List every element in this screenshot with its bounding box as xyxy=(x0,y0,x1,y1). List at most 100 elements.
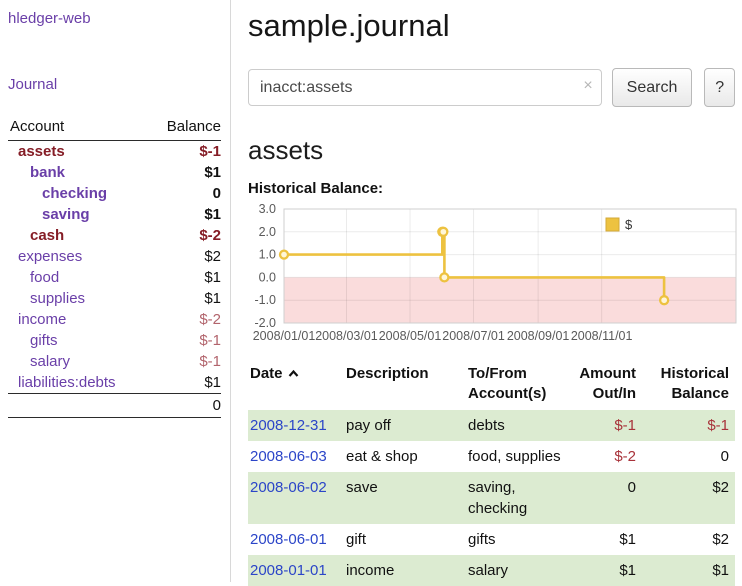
journal-nav: Journal xyxy=(8,76,221,94)
register-cell-description: pay off xyxy=(344,410,466,441)
register-cell-date: 2008-06-03 xyxy=(248,441,344,472)
main-content: sample.journal × Search ? assets Histori… xyxy=(248,0,735,586)
search-input[interactable] xyxy=(248,69,602,106)
register-cell-balance: $1 xyxy=(642,555,735,586)
account-balance: $1 xyxy=(148,288,221,309)
page-title: sample.journal xyxy=(248,8,735,44)
sidebar-account-food[interactable]: food xyxy=(8,269,59,286)
sidebar-account-gifts[interactable]: gifts xyxy=(8,332,58,349)
svg-text:1.0: 1.0 xyxy=(259,248,276,262)
search-button[interactable]: Search xyxy=(612,68,693,107)
account-row: income $-2 xyxy=(8,309,221,330)
register-cell-account: gifts xyxy=(466,524,570,555)
accounts-header-account: Account xyxy=(8,116,148,141)
svg-text:0.0: 0.0 xyxy=(259,270,276,284)
register-row[interactable]: 2008-01-01incomesalary$1$1 xyxy=(248,555,735,586)
sidebar-account-assets[interactable]: assets xyxy=(8,143,65,160)
sidebar-account-salary[interactable]: salary xyxy=(8,353,70,370)
svg-text:2008/05/01: 2008/05/01 xyxy=(379,329,442,343)
account-balance: $-1 xyxy=(148,351,221,372)
account-balance: $1 xyxy=(148,204,221,225)
register-table: Date Description To/From Account(s) Amou… xyxy=(248,361,735,586)
sidebar-account-liabilities-debts[interactable]: liabilities:debts xyxy=(8,374,116,391)
account-balance: $-1 xyxy=(148,330,221,351)
account-row: checking 0 xyxy=(8,183,221,204)
account-row: assets $-1 xyxy=(8,141,221,163)
accounts-total-spacer xyxy=(8,394,148,418)
clear-search-icon[interactable]: × xyxy=(583,77,592,95)
register-header-row: Date Description To/From Account(s) Amou… xyxy=(248,361,735,410)
transaction-date-link[interactable]: 2008-06-01 xyxy=(250,531,327,548)
accounts-total-row: 0 xyxy=(8,394,221,418)
accounts-table: Account Balance assets$-1bank$1checking0… xyxy=(8,116,221,418)
svg-text:-1.0: -1.0 xyxy=(254,293,276,307)
register-cell-balance: $-1 xyxy=(642,410,735,441)
search-form: × Search ? xyxy=(248,68,735,107)
register-cell-balance: $2 xyxy=(642,524,735,555)
account-row: supplies $1 xyxy=(8,288,221,309)
register-row[interactable]: 2008-06-01giftgifts$1$2 xyxy=(248,524,735,555)
svg-text:-2.0: -2.0 xyxy=(254,316,276,330)
help-button[interactable]: ? xyxy=(704,68,735,107)
register-cell-account: food, supplies xyxy=(466,441,570,472)
register-cell-amount: $1 xyxy=(570,524,642,555)
account-row: bank $1 xyxy=(8,162,221,183)
register-cell-amount: 0 xyxy=(570,472,642,524)
sort-ascending-icon xyxy=(288,364,299,384)
date-header-label: Date xyxy=(250,365,283,382)
accounts-total-balance: 0 xyxy=(148,394,221,418)
sidebar-account-checking[interactable]: checking xyxy=(8,185,107,202)
account-row: liabilities:debts $1 xyxy=(8,372,221,394)
transaction-date-link[interactable]: 2008-06-02 xyxy=(250,479,327,496)
svg-text:2008/03/01: 2008/03/01 xyxy=(315,329,378,343)
register-cell-date: 2008-12-31 xyxy=(248,410,344,441)
sidebar-account-bank[interactable]: bank xyxy=(8,164,65,181)
register-header-amount: Amount Out/In xyxy=(570,361,642,410)
journal-link[interactable]: Journal xyxy=(8,76,57,93)
account-balance: 0 xyxy=(148,183,221,204)
account-balance: $1 xyxy=(148,372,221,394)
register-row[interactable]: 2008-12-31pay offdebts$-1$-1 xyxy=(248,410,735,441)
account-balance: $-2 xyxy=(148,225,221,246)
register-header-account: To/From Account(s) xyxy=(466,361,570,410)
register-cell-amount: $-1 xyxy=(570,410,642,441)
svg-text:2008/11/01: 2008/11/01 xyxy=(571,329,633,343)
register-row[interactable]: 2008-06-03eat & shopfood, supplies$-20 xyxy=(248,441,735,472)
register-cell-balance: 0 xyxy=(642,441,735,472)
search-box: × xyxy=(248,69,602,106)
svg-text:3.0: 3.0 xyxy=(259,202,276,216)
account-row: expenses $2 xyxy=(8,246,221,267)
account-balance: $-2 xyxy=(148,309,221,330)
account-balance: $-1 xyxy=(148,141,221,163)
sidebar-account-saving[interactable]: saving xyxy=(8,206,90,223)
register-cell-description: income xyxy=(344,555,466,586)
register-cell-account: saving, checking xyxy=(466,472,570,524)
register-row[interactable]: 2008-06-02savesaving, checking0$2 xyxy=(248,472,735,524)
account-row: food $1 xyxy=(8,267,221,288)
register-cell-description: save xyxy=(344,472,466,524)
register-cell-date: 2008-01-01 xyxy=(248,555,344,586)
transaction-date-link[interactable]: 2008-01-01 xyxy=(250,562,327,579)
account-balance: $1 xyxy=(148,162,221,183)
sidebar-account-income[interactable]: income xyxy=(8,311,66,328)
transaction-date-link[interactable]: 2008-12-31 xyxy=(250,417,327,434)
sidebar-account-supplies[interactable]: supplies xyxy=(8,290,85,307)
svg-text:2008/09/01: 2008/09/01 xyxy=(507,329,570,343)
register-header-balance: Historical Balance xyxy=(642,361,735,410)
account-row: saving $1 xyxy=(8,204,221,225)
sidebar-account-cash[interactable]: cash xyxy=(8,227,64,244)
account-balance: $1 xyxy=(148,267,221,288)
register-cell-amount: $1 xyxy=(570,555,642,586)
account-row: cash $-2 xyxy=(8,225,221,246)
register-header-date[interactable]: Date xyxy=(248,361,344,410)
svg-text:2008/01/01: 2008/01/01 xyxy=(253,329,316,343)
app-title-link[interactable]: hledger-web xyxy=(8,10,91,27)
register-cell-account: salary xyxy=(466,555,570,586)
sidebar-account-expenses[interactable]: expenses xyxy=(8,248,82,265)
transaction-date-link[interactable]: 2008-06-03 xyxy=(250,448,327,465)
register-header-description: Description xyxy=(344,361,466,410)
chart-title: Historical Balance: xyxy=(248,180,735,197)
svg-text:$: $ xyxy=(625,217,633,232)
account-row: gifts $-1 xyxy=(8,330,221,351)
account-balance: $2 xyxy=(148,246,221,267)
